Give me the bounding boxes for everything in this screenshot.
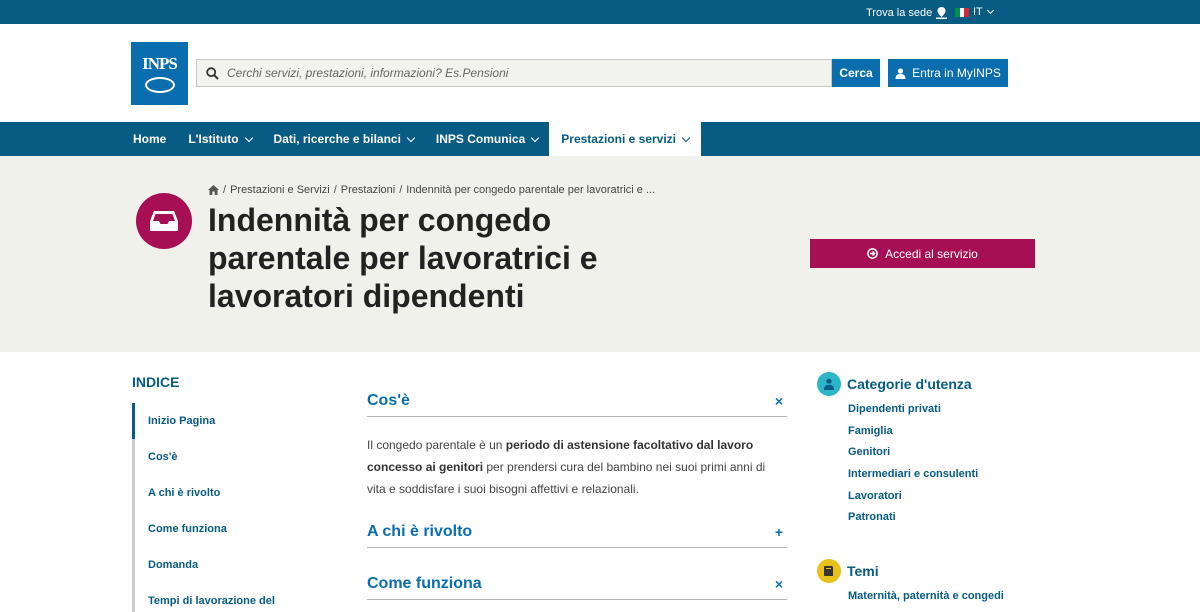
body-text: Il congedo parentale è un xyxy=(367,438,506,452)
arrow-circle-right-icon xyxy=(867,248,878,259)
index-title: INDICE xyxy=(132,374,180,390)
accordion-header[interactable]: A chi è rivolto + xyxy=(367,516,787,548)
nav-item-istituto[interactable]: L'Istituto xyxy=(177,122,262,156)
breadcrumb-separator: / xyxy=(223,184,227,196)
search-bar xyxy=(196,59,832,87)
breadcrumb-item[interactable]: Prestazioni e Servizi xyxy=(230,184,330,196)
themes: Temi Maternità, paternità e congedi xyxy=(817,559,1037,608)
index-item[interactable]: Come funziona xyxy=(132,511,332,547)
index-item[interactable]: Tempi di lavorazione del xyxy=(132,583,332,612)
breadcrumb-current: Indennità per congedo parentale per lavo… xyxy=(406,184,656,196)
logo-swirl-icon xyxy=(144,77,175,93)
search-input[interactable] xyxy=(227,66,817,80)
breadcrumb-item[interactable]: Prestazioni xyxy=(341,184,395,196)
login-button[interactable]: Entra in MyINPS xyxy=(888,59,1008,87)
close-icon[interactable]: × xyxy=(775,576,787,592)
plus-icon[interactable]: + xyxy=(775,524,787,540)
nav-item-label: INPS Comunica xyxy=(435,132,526,146)
page-title: Indennità per congedo parentale per lavo… xyxy=(208,202,598,314)
nav-item-dati[interactable]: Dati, ricerche e bilanci xyxy=(263,122,425,156)
language-selector[interactable]: IT xyxy=(955,0,994,24)
inbox-icon xyxy=(136,193,192,249)
top-bar: Trova la sede IT xyxy=(0,0,1200,24)
themes-title: Temi xyxy=(847,563,879,579)
category-link[interactable]: Dipendenti privati xyxy=(848,399,1037,421)
breadcrumb-separator: / xyxy=(399,184,403,196)
chevron-down-icon xyxy=(406,133,416,142)
index-item[interactable]: Domanda xyxy=(132,547,332,583)
breadcrumb-separator: / xyxy=(333,184,337,196)
user-group-icon xyxy=(817,372,841,396)
find-office-label: Trova la sede xyxy=(866,6,933,19)
find-office-link[interactable]: Trova la sede xyxy=(866,0,948,24)
category-link[interactable]: Patronati xyxy=(848,507,1037,529)
language-label: IT xyxy=(973,6,983,18)
category-link[interactable]: Famiglia xyxy=(848,421,1037,443)
accordion-section-a-chi-e-rivolto: A chi è rivolto + xyxy=(367,516,787,548)
home-icon[interactable] xyxy=(208,185,219,195)
search-icon xyxy=(197,66,227,80)
login-button-label: Entra in MyINPS xyxy=(912,66,1001,80)
italy-flag-icon xyxy=(955,7,970,17)
index-list: Inizio Pagina Cos'è A chi è rivolto Come… xyxy=(132,403,332,612)
category-link[interactable]: Lavoratori xyxy=(848,486,1037,508)
accordion-section-come-funziona: Come funziona × xyxy=(367,568,787,600)
book-icon xyxy=(817,559,841,583)
user-categories: Categorie d'utenza Dipendenti privati Fa… xyxy=(817,372,1037,529)
accordion-header[interactable]: Come funziona × xyxy=(367,568,787,600)
theme-link[interactable]: Maternità, paternità e congedi xyxy=(848,586,1037,608)
accordion-section-cos-e: Cos'è × xyxy=(367,385,787,417)
index-item[interactable]: Inizio Pagina xyxy=(132,403,332,439)
inps-logo[interactable]: INPS xyxy=(131,42,188,105)
category-link[interactable]: Intermediari e consulenti xyxy=(848,464,1037,486)
breadcrumb: / Prestazioni e Servizi / Prestazioni / … xyxy=(208,184,655,196)
chevron-down-icon xyxy=(244,133,253,142)
main-navigation: Home L'Istituto Dati, ricerche e bilanci… xyxy=(0,122,1200,156)
index-item[interactable]: A chi è rivolto xyxy=(132,475,332,511)
nav-item-label: Prestazioni e servizi xyxy=(561,132,677,146)
nav-item-home[interactable]: Home xyxy=(122,122,177,156)
chevron-down-icon xyxy=(531,133,540,142)
close-icon[interactable]: × xyxy=(775,393,787,409)
user-icon xyxy=(895,67,906,79)
accordion-header[interactable]: Cos'è × xyxy=(367,385,787,417)
nav-item-prestazioni[interactable]: Prestazioni e servizi xyxy=(549,122,702,156)
access-service-button[interactable]: Accedi al servizio xyxy=(810,239,1035,268)
index-item[interactable]: Cos'è xyxy=(132,439,332,475)
accordion-title: Cos'è xyxy=(367,391,410,409)
nav-item-label: L'Istituto xyxy=(188,132,239,146)
categories-title: Categorie d'utenza xyxy=(847,376,972,392)
chevron-down-icon xyxy=(681,133,691,142)
nav-item-label: Home xyxy=(133,132,167,146)
access-service-label: Accedi al servizio xyxy=(885,246,978,261)
accordion-body: Il congedo parentale è un periodo di ast… xyxy=(367,434,779,500)
nav-item-comunica[interactable]: INPS Comunica xyxy=(425,122,549,156)
category-link[interactable]: Genitori xyxy=(848,442,1037,464)
nav-item-label: Dati, ricerche e bilanci xyxy=(273,132,401,146)
logo-text: INPS xyxy=(142,54,178,73)
location-pin-icon xyxy=(936,6,948,19)
accordion-title: Come funziona xyxy=(367,574,482,592)
chevron-down-icon xyxy=(986,6,994,15)
accordion-title: A chi è rivolto xyxy=(367,522,473,540)
search-button[interactable]: Cerca xyxy=(832,59,880,87)
